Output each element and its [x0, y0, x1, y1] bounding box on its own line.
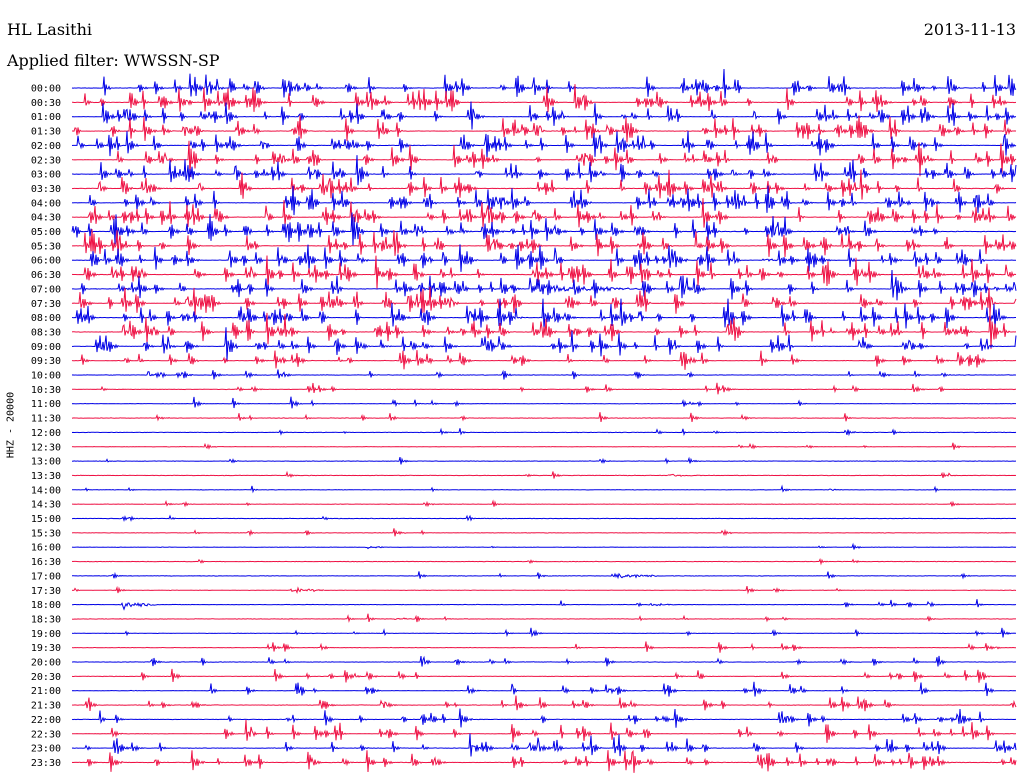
time-tick-label: 19:30	[31, 643, 61, 654]
trace-row	[71, 641, 1016, 653]
time-tick-label: 04:30	[31, 213, 61, 224]
time-tick-label: 15:00	[31, 514, 61, 525]
trace-row	[71, 369, 1016, 380]
time-tick-label: 13:00	[31, 457, 61, 468]
trace-row	[71, 350, 1017, 370]
trace-row	[71, 542, 1017, 550]
time-tick-label: 05:30	[31, 241, 61, 252]
trace-row	[72, 571, 1017, 580]
time-tick-label: 00:30	[31, 98, 61, 109]
time-tick-label: 02:30	[31, 155, 61, 166]
trace-row	[72, 484, 1017, 494]
time-tick-label: 19:00	[31, 629, 61, 640]
trace-row	[71, 749, 1017, 773]
time-tick-label: 14:00	[31, 485, 61, 496]
trace-row	[72, 499, 1017, 508]
trace-row	[71, 695, 1017, 712]
trace-row	[71, 708, 1017, 728]
trace-row	[71, 412, 1016, 422]
time-tick-label: 15:30	[31, 528, 61, 539]
time-tick-label: 16:30	[31, 557, 61, 568]
time-tick-label: 17:00	[31, 571, 61, 582]
time-tick-label: 21:30	[31, 701, 61, 712]
time-tick-label: 20:00	[31, 658, 61, 669]
time-tick-label: 10:30	[31, 385, 61, 396]
time-tick-label: 08:00	[31, 313, 61, 324]
time-tick-label: 13:30	[31, 471, 61, 482]
trace-row	[72, 115, 1017, 143]
trace-row	[71, 613, 1016, 623]
time-tick-label: 03:00	[31, 170, 61, 181]
time-tick-label: 00:00	[31, 84, 61, 95]
trace-row	[71, 382, 1016, 395]
time-tick-label: 03:30	[31, 184, 61, 195]
time-tick-label: 06:00	[31, 256, 61, 267]
trace-row	[72, 470, 1017, 479]
seismic-traces	[71, 68, 1017, 773]
time-tick-label: 17:30	[31, 586, 61, 597]
trace-row	[71, 585, 1017, 595]
time-tick-label: 18:00	[31, 600, 61, 611]
trace-row	[71, 442, 1016, 450]
trace-row	[71, 528, 1017, 537]
time-tick-label: 12:30	[31, 442, 61, 453]
trace-row	[72, 514, 1017, 523]
time-tick-label: 10:00	[31, 371, 61, 382]
trace-row	[71, 185, 1017, 216]
trace-row	[71, 733, 1017, 757]
time-tick-label: 23:30	[31, 758, 61, 769]
time-tick-label: 01:30	[31, 127, 61, 138]
time-tick-label: 02:00	[31, 141, 61, 152]
time-tick-label: 04:00	[31, 198, 61, 209]
trace-row	[71, 427, 1017, 437]
time-tick-label: 21:00	[31, 686, 61, 697]
trace-row	[72, 599, 1017, 611]
time-tick-label: 20:30	[31, 672, 61, 683]
time-tick-label: 01:00	[31, 112, 61, 123]
time-tick-labels: 00:00 00:30 01:00 01:30 02:00 02:30 03:00 03:30…	[31, 84, 61, 769]
trace-row	[71, 244, 1017, 272]
time-tick-label: 09:30	[31, 356, 61, 367]
time-tick-label: 11:30	[31, 414, 61, 425]
time-tick-label: 23:00	[31, 744, 61, 755]
time-tick-label: 11:00	[31, 399, 61, 410]
trace-row	[71, 286, 1017, 316]
trace-row	[72, 655, 1017, 667]
time-tick-label: 16:00	[31, 543, 61, 554]
trace-row	[71, 101, 1017, 130]
time-tick-label: 22:00	[31, 715, 61, 726]
trace-row	[71, 627, 1017, 638]
time-tick-label: 08:30	[31, 327, 61, 338]
time-tick-label: 06:30	[31, 270, 61, 281]
trace-row	[71, 396, 1016, 409]
time-tick-label: 09:00	[31, 342, 61, 353]
trace-row	[71, 668, 1016, 683]
time-tick-label: 05:00	[31, 227, 61, 238]
trace-row	[71, 558, 1017, 566]
time-tick-label: 12:00	[31, 428, 61, 439]
trace-row	[71, 68, 1017, 99]
time-tick-label: 07:30	[31, 299, 61, 310]
time-tick-label: 07:00	[31, 284, 61, 295]
trace-row	[72, 719, 1017, 743]
time-tick-label: 22:30	[31, 729, 61, 740]
trace-row	[71, 456, 1016, 465]
time-tick-label: 14:30	[31, 500, 61, 511]
trace-row	[71, 681, 1016, 697]
time-tick-label: 18:30	[31, 614, 61, 625]
helicorder-plot: 00:00 00:30 01:00 01:30 02:00 02:30 03:00 03:30…	[31, 68, 1017, 773]
